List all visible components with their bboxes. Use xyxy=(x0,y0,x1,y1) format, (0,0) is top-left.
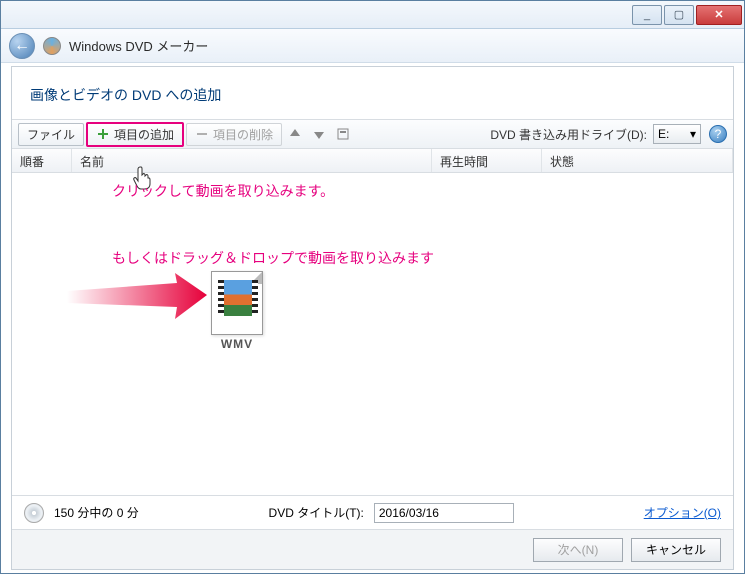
annotation-drag: もしくはドラッグ＆ドロップで動画を取り込みます xyxy=(112,248,434,268)
app-window: _ ▢ ✕ ← Windows DVD メーカー 画像とビデオの DVD への追… xyxy=(0,0,745,574)
titlebar: _ ▢ ✕ xyxy=(1,1,744,29)
col-duration[interactable]: 再生時間 xyxy=(432,149,542,172)
drive-value: E: xyxy=(658,127,669,141)
annotation-click: クリックして動画を取り込みます。 xyxy=(112,181,334,201)
minimize-button[interactable]: _ xyxy=(632,5,662,25)
app-title: Windows DVD メーカー xyxy=(69,36,208,55)
file-menu-button[interactable]: ファイル xyxy=(18,123,84,146)
minutes-status: 150 分中の 0 分 xyxy=(54,504,139,521)
disc-icon xyxy=(24,503,44,523)
arrow-icon xyxy=(67,273,207,328)
remove-item-label: 項目の削除 xyxy=(213,126,273,143)
status-bar: 150 分中の 0 分 DVD タイトル(T): オプション(O) xyxy=(12,495,733,529)
properties-button[interactable] xyxy=(336,127,350,141)
footer: 次へ(N) キャンセル xyxy=(12,529,733,569)
app-icon xyxy=(43,37,61,55)
wmv-file-icon[interactable]: WMV xyxy=(207,271,267,351)
toolbar: ファイル 項目の追加 項目の削除 xyxy=(12,119,733,149)
next-button[interactable]: 次へ(N) xyxy=(533,538,623,562)
chevron-down-icon: ▾ xyxy=(690,127,696,141)
item-area[interactable]: クリックして動画を取り込みます。 もしくはドラッグ＆ドロップで動画を取り込みます… xyxy=(12,173,733,495)
filmstrip-icon xyxy=(218,280,258,316)
move-up-button[interactable] xyxy=(288,127,302,141)
drive-select[interactable]: E: ▾ xyxy=(653,124,701,144)
content-panel: 画像とビデオの DVD への追加 ファイル 項目の追加 項目の削除 xyxy=(11,66,734,570)
file-type-label: WMV xyxy=(221,337,253,351)
close-button[interactable]: ✕ xyxy=(696,5,742,25)
column-headers: 順番 名前 再生時間 状態 xyxy=(12,149,733,173)
drive-label: DVD 書き込み用ドライブ(D): xyxy=(490,126,647,143)
maximize-button[interactable]: ▢ xyxy=(664,5,694,25)
help-button[interactable]: ? xyxy=(709,125,727,143)
dvd-title-label: DVD タイトル(T): xyxy=(269,504,364,521)
page-heading: 画像とビデオの DVD への追加 xyxy=(12,67,733,119)
file-page-icon xyxy=(211,271,263,335)
dvd-title-input[interactable] xyxy=(374,503,514,523)
col-name[interactable]: 名前 xyxy=(72,149,432,172)
add-item-button[interactable]: 項目の追加 xyxy=(86,122,184,147)
navbar: ← Windows DVD メーカー xyxy=(1,29,744,63)
add-item-label: 項目の追加 xyxy=(114,126,174,143)
arrow-left-icon: ← xyxy=(14,37,30,55)
minus-icon xyxy=(195,127,209,141)
cancel-button[interactable]: キャンセル xyxy=(631,538,721,562)
col-status[interactable]: 状態 xyxy=(542,149,733,172)
col-order[interactable]: 順番 xyxy=(12,149,72,172)
back-button[interactable]: ← xyxy=(9,33,35,59)
move-down-button[interactable] xyxy=(312,127,326,141)
remove-item-button: 項目の削除 xyxy=(186,123,282,146)
options-link[interactable]: オプション(O) xyxy=(644,504,721,521)
plus-icon xyxy=(96,127,110,141)
